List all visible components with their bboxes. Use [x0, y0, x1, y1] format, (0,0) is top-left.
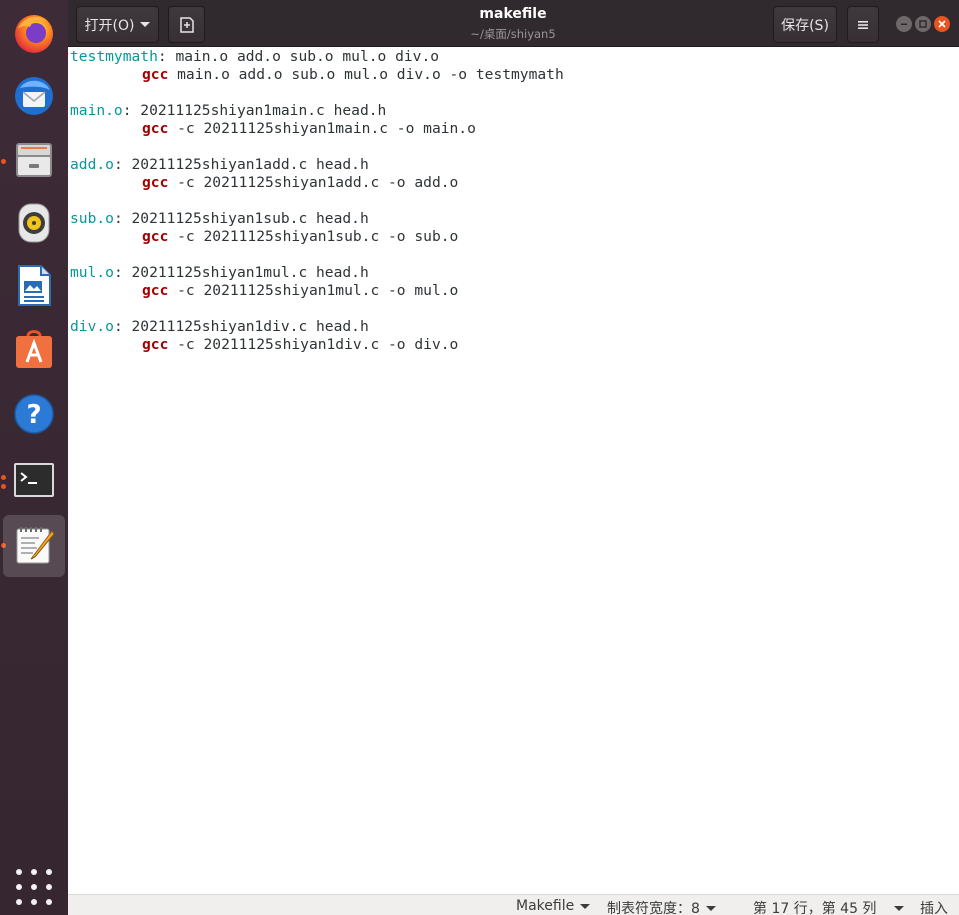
dock-rhythmbox[interactable] [3, 192, 65, 254]
command-keyword: gcc [142, 66, 169, 83]
command-arguments: -c 20211125shiyan1main.c -o main.o [168, 120, 476, 137]
code-view[interactable]: testmymath: main.o add.o sub.o mul.o div… [70, 48, 564, 354]
code-line: div.o: 20211125shiyan1div.c head.h [70, 318, 564, 336]
code-line: testmymath: main.o add.o sub.o mul.o div… [70, 48, 564, 66]
dock-terminal[interactable] [3, 450, 65, 512]
make-target: main.o [70, 102, 123, 119]
dock: ? [0, 0, 68, 915]
command-arguments: -c 20211125shiyan1div.c -o div.o [168, 336, 459, 353]
code-line: gcc -c 20211125shiyan1mul.c -o mul.o [70, 282, 564, 300]
new-document-button[interactable] [168, 6, 205, 43]
help-icon: ? [14, 394, 54, 434]
rhythmbox-icon [18, 203, 50, 243]
make-dependencies: : 20211125shiyan1mul.c head.h [113, 264, 369, 281]
firefox-icon [15, 15, 53, 53]
dock-libreoffice-writer[interactable] [3, 255, 65, 317]
make-dependencies: : 20211125shiyan1div.c head.h [113, 318, 369, 335]
dock-text-editor[interactable] [3, 515, 65, 577]
dock-thunderbird[interactable] [3, 66, 65, 128]
terminal-icon [14, 463, 54, 497]
hamburger-menu-button[interactable] [847, 6, 879, 43]
dock-help[interactable]: ? [3, 384, 65, 446]
maximize-button[interactable] [915, 16, 931, 32]
code-line: gcc -c 20211125shiyan1sub.c -o sub.o [70, 228, 564, 246]
new-document-icon [179, 16, 194, 33]
minimize-icon [901, 23, 907, 25]
code-line: gcc -c 20211125shiyan1main.c -o main.o [70, 120, 564, 138]
code-line: gcc -c 20211125shiyan1div.c -o div.o [70, 336, 564, 354]
make-target: sub.o [70, 210, 114, 227]
open-button[interactable]: 打开(O) [76, 6, 159, 43]
code-line: sub.o: 20211125shiyan1sub.c head.h [70, 210, 564, 228]
hamburger-menu-icon [858, 20, 868, 29]
insert-mode-label: 插入 [920, 901, 948, 915]
code-line: mul.o: 20211125shiyan1mul.c head.h [70, 264, 564, 282]
command-keyword: gcc [142, 336, 169, 353]
software-store-icon [16, 330, 52, 368]
make-target: testmymath [70, 48, 158, 65]
dock-firefox[interactable] [3, 3, 65, 65]
close-button[interactable] [934, 16, 950, 32]
chevron-down-icon [894, 905, 905, 911]
cursor-position-selector[interactable]: 第 17 行，第 45 列 [753, 898, 905, 915]
thunderbird-icon [15, 77, 53, 115]
save-button-label: 保存(S) [781, 17, 829, 34]
language-selector[interactable]: Makefile [516, 898, 591, 914]
files-icon [16, 143, 52, 177]
code-line: main.o: 20211125shiyan1main.c head.h [70, 102, 564, 120]
header-bar: 打开(O) makefile ~/桌面/shiyan5 保存(S) [68, 0, 959, 47]
chevron-down-icon [140, 22, 151, 27]
make-dependencies: : main.o add.o sub.o mul.o div.o [157, 48, 440, 65]
command-arguments: -c 20211125shiyan1sub.c -o sub.o [168, 228, 459, 245]
command-arguments: -c 20211125shiyan1add.c -o add.o [168, 174, 459, 191]
tab-width-label: 制表符宽度：8 [607, 901, 700, 915]
svg-text:?: ? [26, 400, 41, 430]
minimize-button[interactable] [896, 16, 912, 32]
insert-mode-indicator: 插入 [920, 898, 948, 915]
make-dependencies: : 20211125shiyan1sub.c head.h [113, 210, 369, 227]
make-target: div.o [70, 318, 114, 335]
command-arguments: -c 20211125shiyan1mul.c -o mul.o [168, 282, 459, 299]
text-editor-icon [16, 527, 55, 564]
command-keyword: gcc [142, 282, 169, 299]
make-dependencies: : 20211125shiyan1main.c head.h [122, 102, 387, 119]
cursor-position-label: 第 17 行，第 45 列 [753, 901, 877, 915]
command-keyword: gcc [142, 228, 169, 245]
window-subtitle: ~/桌面/shiyan5 [470, 27, 556, 41]
close-icon [938, 20, 946, 28]
chevron-down-icon [705, 905, 716, 911]
maximize-icon [919, 20, 927, 28]
window-title: makefile [479, 6, 547, 22]
command-keyword: gcc [142, 120, 169, 137]
status-bar: Makefile 制表符宽度：8 第 17 行，第 45 列 插入 [68, 894, 959, 915]
open-button-label: 打开(O) [84, 17, 135, 34]
code-line: add.o: 20211125shiyan1add.c head.h [70, 156, 564, 174]
dock-files[interactable] [3, 129, 65, 191]
tab-width-selector[interactable]: 制表符宽度：8 [607, 898, 716, 915]
make-target: add.o [70, 156, 114, 173]
save-button[interactable]: 保存(S) [773, 6, 837, 43]
language-label: Makefile [516, 898, 575, 914]
code-line: gcc main.o add.o sub.o mul.o div.o -o te… [70, 66, 564, 84]
show-applications-icon[interactable] [16, 869, 52, 905]
command-keyword: gcc [142, 174, 169, 191]
text-editor-area[interactable]: testmymath: main.o add.o sub.o mul.o div… [68, 47, 959, 894]
make-dependencies: : 20211125shiyan1add.c head.h [113, 156, 369, 173]
code-line: gcc -c 20211125shiyan1add.c -o add.o [70, 174, 564, 192]
chevron-down-icon [580, 903, 591, 909]
writer-icon [18, 265, 51, 306]
dock-ubuntu-software[interactable] [3, 318, 65, 380]
make-target: mul.o [70, 264, 114, 281]
command-arguments: main.o add.o sub.o mul.o div.o -o testmy… [168, 66, 564, 83]
